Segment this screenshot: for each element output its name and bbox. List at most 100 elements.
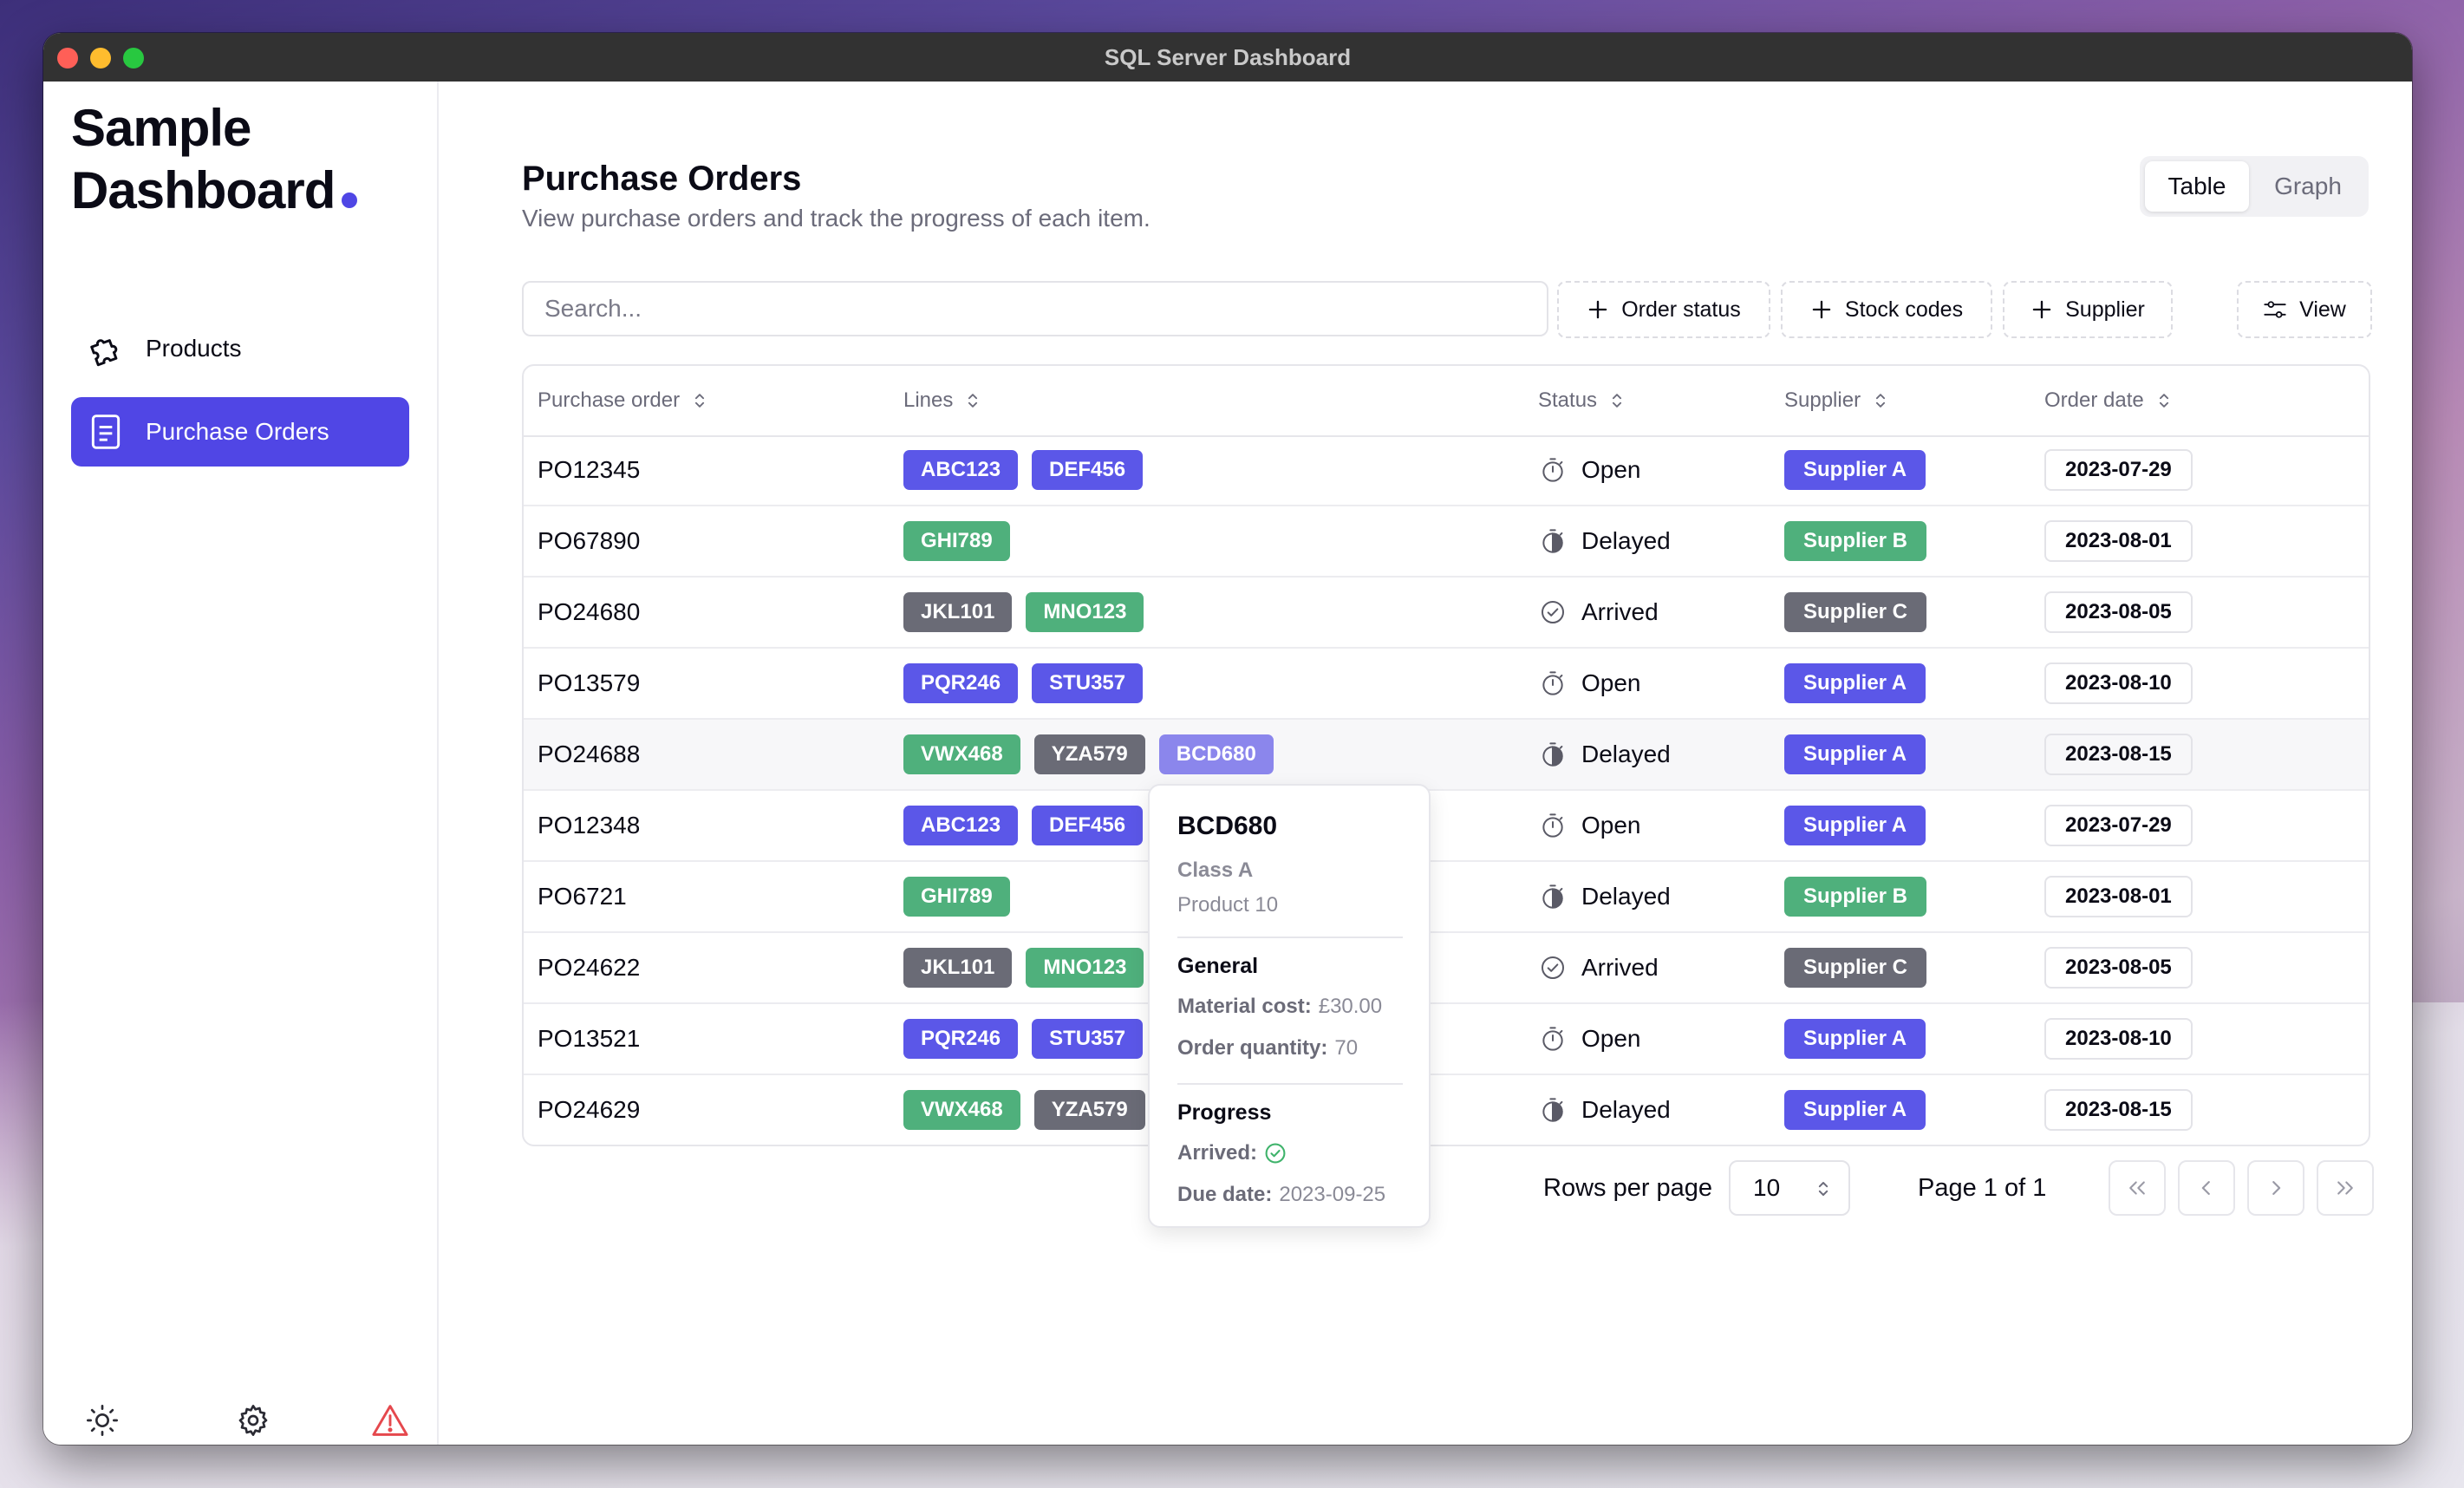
order-date-badge: 2023-08-15: [2044, 1089, 2193, 1131]
warning-icon[interactable]: [371, 1401, 409, 1439]
column-header-status[interactable]: Status: [1538, 366, 1623, 435]
column-header-order-date[interactable]: Order date: [2044, 366, 2170, 435]
line-chip[interactable]: BCD680: [1158, 734, 1274, 774]
sidebar: Sample Dashboard Products Purchase Order…: [43, 82, 439, 1445]
lines-cell: GHI789: [903, 506, 1024, 576]
supplier-badge[interactable]: Supplier B: [1784, 521, 1927, 561]
line-chip[interactable]: YZA579: [1033, 1090, 1145, 1130]
order-date-cell: 2023-08-05: [2044, 933, 2193, 1002]
purchase-order-id: PO13521: [538, 1025, 641, 1052]
column-label: Status: [1538, 388, 1598, 412]
popover-material-cost: Material cost: £30.00: [1177, 986, 1429, 1028]
zoom-window-button[interactable]: [123, 48, 144, 69]
line-chip[interactable]: MNO123: [1026, 592, 1144, 632]
status-text: Open: [1581, 812, 1641, 839]
line-chip[interactable]: VWX468: [903, 1090, 1020, 1130]
divider: [1177, 1083, 1403, 1085]
first-page-button[interactable]: [2109, 1160, 2166, 1216]
line-chip[interactable]: JKL101: [903, 592, 1013, 632]
toggle-graph[interactable]: Graph: [2252, 161, 2363, 212]
line-chip[interactable]: PQR246: [903, 1019, 1019, 1059]
column-header-supplier[interactable]: Supplier: [1784, 366, 1887, 435]
line-chip[interactable]: GHI789: [903, 877, 1010, 917]
gear-icon[interactable]: [234, 1401, 272, 1439]
rows-per-page-select[interactable]: 10: [1729, 1160, 1850, 1216]
line-chip[interactable]: DEF456: [1032, 806, 1144, 845]
line-chip[interactable]: VWX468: [903, 734, 1020, 774]
line-chip[interactable]: YZA579: [1033, 734, 1145, 774]
brand-line-2: Dashboard: [71, 161, 336, 219]
table-header: Purchase order Lines Status Supplier Ord…: [524, 366, 2369, 437]
chevron-left-icon: [2199, 1178, 2214, 1198]
column-header-lines[interactable]: Lines: [903, 366, 979, 435]
supplier-cell: Supplier A: [1784, 1004, 1939, 1074]
filter-label: Stock codes: [1844, 297, 1964, 322]
previous-page-button[interactable]: [2178, 1160, 2235, 1216]
purchase-order-id: PO67890: [538, 527, 641, 554]
supplier-filter-button[interactable]: Supplier: [2003, 281, 2173, 338]
table-row[interactable]: PO12348 ABC123 DEF456 Open Supplier A 2023-07…: [524, 791, 2369, 862]
supplier-badge[interactable]: Supplier A: [1784, 1090, 1926, 1130]
line-chip[interactable]: GHI789: [903, 521, 1010, 561]
view-options-button[interactable]: View: [2237, 281, 2372, 338]
close-window-button[interactable]: [57, 48, 78, 69]
popover-due-date: Due date: 2023-09-25: [1177, 1174, 1429, 1216]
line-chip[interactable]: DEF456: [1032, 450, 1144, 490]
half-timer-icon: [1538, 740, 1568, 769]
half-timer-icon: [1538, 882, 1568, 911]
label: Due date:: [1177, 1183, 1273, 1206]
sidebar-item-label: Products: [146, 335, 242, 362]
table-row[interactable]: PO12345 ABC123 DEF456 Open Supplier A 2023-07…: [524, 435, 2369, 506]
popover-arrived: Arrived:: [1177, 1132, 1429, 1174]
line-chip[interactable]: STU357: [1032, 1019, 1144, 1059]
puzzle-icon: [85, 328, 127, 369]
popover-class: Class A: [1177, 858, 1254, 882]
filter-label: Order status: [1621, 297, 1741, 322]
table-row[interactable]: PO24629 VWX468 YZA579 Delayed Supplier A 2023…: [524, 1075, 2369, 1145]
sidebar-item-purchase-orders[interactable]: Purchase Orders: [71, 397, 409, 467]
stopwatch-icon: [1538, 1024, 1568, 1054]
order-date-badge: 2023-08-10: [2044, 662, 2193, 704]
minimize-window-button[interactable]: [90, 48, 111, 69]
supplier-badge[interactable]: Supplier A: [1784, 734, 1926, 774]
sort-icon: [2158, 391, 2170, 410]
page-title: Purchase Orders: [522, 160, 802, 198]
order-status-filter-button[interactable]: Order status: [1557, 281, 1770, 338]
supplier-badge[interactable]: Supplier B: [1784, 877, 1927, 917]
toggle-table[interactable]: Table: [2145, 161, 2249, 212]
table-row[interactable]: PO24680 JKL101 MNO123 Arrived Supplier C 2023…: [524, 578, 2369, 649]
last-page-button[interactable]: [2317, 1160, 2374, 1216]
lines-cell: PQR246 STU357: [903, 649, 1157, 718]
line-chip[interactable]: PQR246: [903, 663, 1019, 703]
stock-codes-filter-button[interactable]: Stock codes: [1781, 281, 1992, 338]
supplier-badge[interactable]: Supplier A: [1784, 1019, 1926, 1059]
supplier-badge[interactable]: Supplier A: [1784, 806, 1926, 845]
sliders-icon: [2263, 299, 2287, 320]
supplier-badge[interactable]: Supplier C: [1784, 592, 1927, 632]
title-bar: SQL Server Dashboard: [43, 33, 2412, 82]
line-chip[interactable]: MNO123: [1026, 948, 1144, 988]
order-date-cell: 2023-07-29: [2044, 791, 2193, 860]
table-row[interactable]: PO6721 GHI789 Delayed Supplier B 2023-08-01: [524, 862, 2369, 933]
table-row[interactable]: PO13521 PQR246 STU357 Open Supplier A 2023-08…: [524, 1004, 2369, 1075]
sidebar-item-products[interactable]: Products: [71, 314, 409, 383]
purchase-order-id: PO12348: [538, 812, 641, 839]
sun-icon[interactable]: [83, 1401, 121, 1439]
line-chip[interactable]: ABC123: [903, 450, 1019, 490]
status-text: Delayed: [1581, 1096, 1671, 1123]
table-row[interactable]: PO13579 PQR246 STU357 Open Supplier A 2023-08…: [524, 649, 2369, 720]
line-chip[interactable]: ABC123: [903, 806, 1019, 845]
table-row[interactable]: PO67890 GHI789 Delayed Supplier B 2023-08-01: [524, 506, 2369, 578]
line-chip[interactable]: STU357: [1032, 663, 1144, 703]
table-row[interactable]: PO24622 JKL101 MNO123 Arrived Supplier C 2023…: [524, 933, 2369, 1004]
table-row[interactable]: PO24688 VWX468 YZA579 BCD680 Delayed Supplier…: [524, 720, 2369, 791]
supplier-badge[interactable]: Supplier A: [1784, 450, 1926, 490]
supplier-badge[interactable]: Supplier A: [1784, 663, 1926, 703]
popover-general-heading: General: [1177, 954, 1259, 978]
supplier-badge[interactable]: Supplier C: [1784, 948, 1927, 988]
double-chevron-left-icon: [2126, 1178, 2148, 1198]
column-header-purchase-order[interactable]: Purchase order: [538, 366, 706, 435]
line-chip[interactable]: JKL101: [903, 948, 1013, 988]
next-page-button[interactable]: [2247, 1160, 2304, 1216]
search-input[interactable]: [522, 281, 1548, 336]
